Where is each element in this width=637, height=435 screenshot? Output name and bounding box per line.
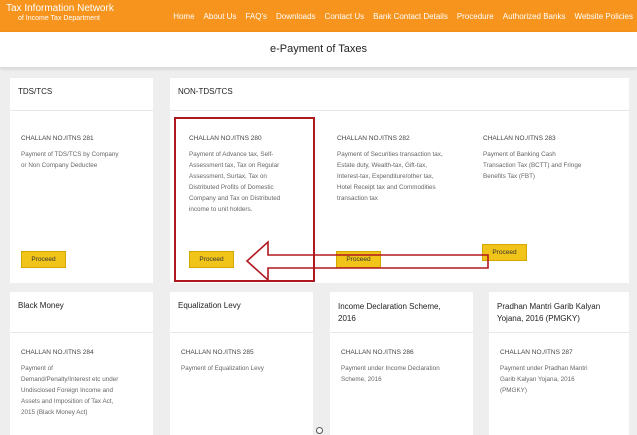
- challan-number: CHALLAN NO./ITNS 286: [341, 349, 414, 356]
- challan-description: Payment of Equalization Levy: [181, 365, 264, 372]
- card-black-money: Black Money CHALLAN NO./ITNS 284 Payment…: [10, 292, 153, 435]
- card-title: Black Money: [18, 301, 64, 310]
- divider: [330, 332, 473, 333]
- card-pmgky: Pradhan Mantri Garib Kalyan Yojana, 2016…: [489, 292, 629, 435]
- challan-number: CHALLAN NO./ITNS 285: [181, 349, 254, 356]
- card-income-declaration-scheme: Income Declaration Scheme, 2016 CHALLAN …: [330, 292, 473, 435]
- divider: [489, 332, 629, 333]
- challan-description: Payment of Demand/Penalty/Interest etc u…: [21, 365, 119, 416]
- challan-number: CHALLAN NO./ITNS 284: [21, 349, 94, 356]
- divider: [170, 332, 313, 333]
- challan-description: Payment under Income Declaration Scheme,…: [341, 365, 440, 383]
- card-title: Income Declaration Scheme, 2016: [338, 302, 441, 323]
- resize-handle[interactable]: [316, 427, 323, 434]
- card-equalization-levy: Equalization Levy CHALLAN NO./ITNS 285 P…: [170, 292, 313, 435]
- divider: [10, 332, 153, 333]
- challan-number: CHALLAN NO./ITNS 287: [500, 349, 573, 356]
- card-title: Equalization Levy: [178, 301, 241, 310]
- card-title: Pradhan Mantri Garib Kalyan Yojana, 2016…: [497, 302, 601, 323]
- challan-description: Payment under Pradhan Mantri Garib Kalya…: [500, 365, 588, 394]
